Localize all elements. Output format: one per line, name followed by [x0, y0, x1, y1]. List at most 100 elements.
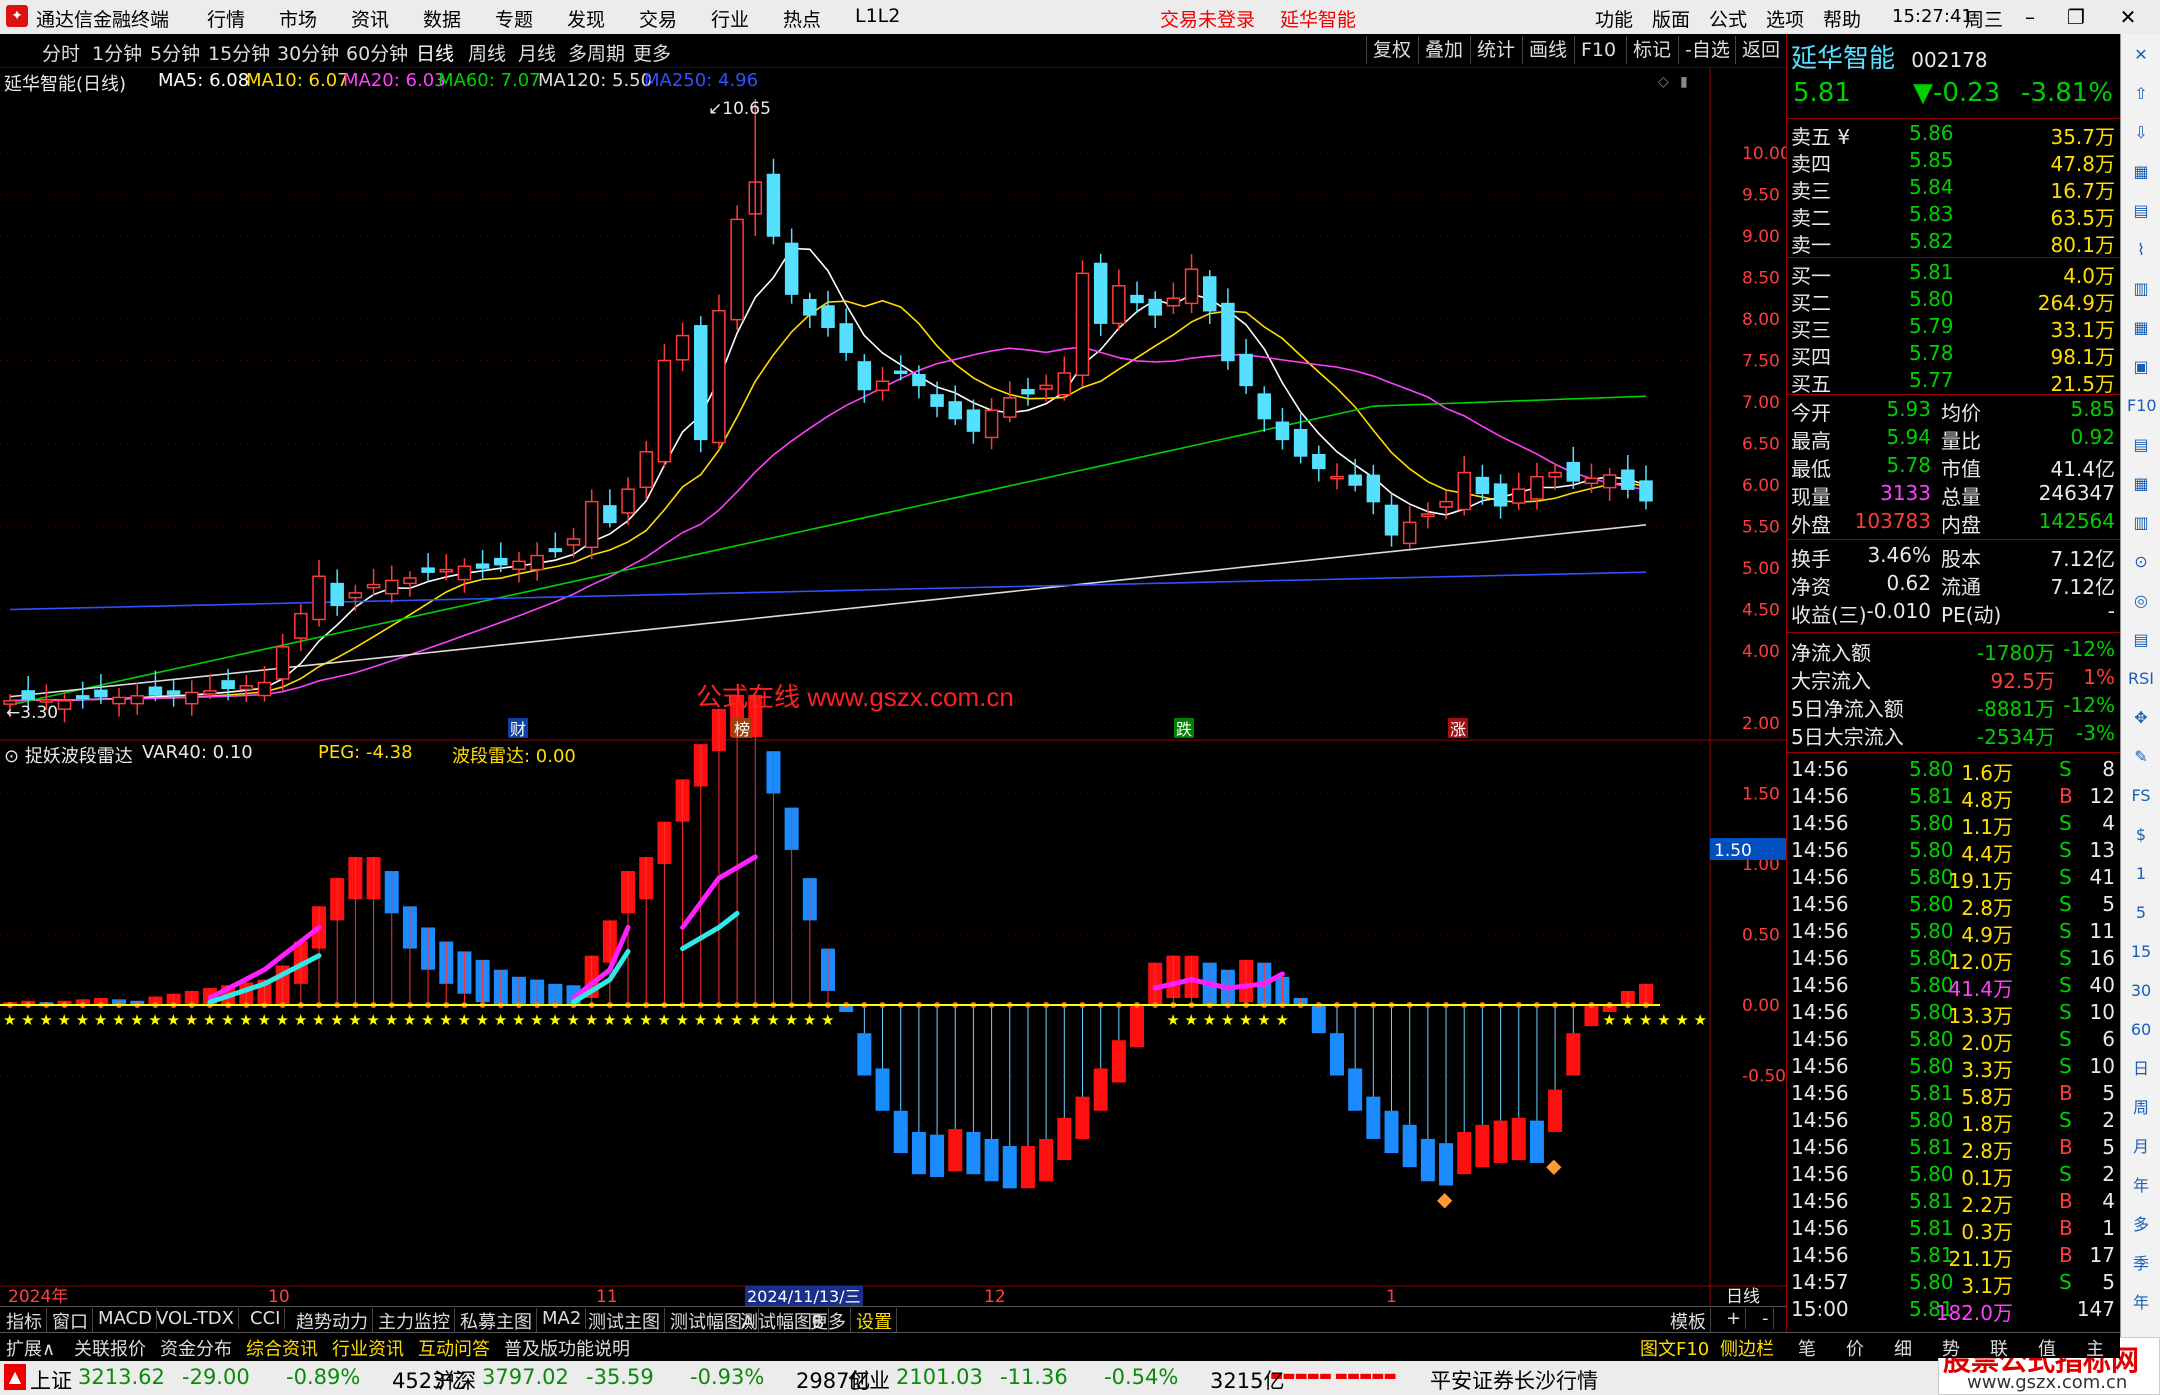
index-quote[interactable]: 3215亿 [1210, 1365, 1284, 1395]
index-quote[interactable]: -35.59 [586, 1365, 654, 1389]
period-tab[interactable]: 30分钟 [277, 39, 339, 66]
extension-tab[interactable]: 行业资讯 [328, 1335, 408, 1361]
panel-mini-tab[interactable]: 联 [1990, 1335, 2008, 1361]
menu-item[interactable]: 交易 [639, 5, 677, 32]
side-tool-icon[interactable]: ▣ [2127, 354, 2155, 380]
panel-mini-tab[interactable]: 细 [1894, 1335, 1912, 1361]
toolbar-button[interactable]: F10 [1574, 36, 1622, 64]
side-tool-icon[interactable]: ✥ [2127, 705, 2155, 731]
menu-item[interactable]: 版面 [1652, 5, 1690, 32]
index-quote[interactable]: -0.93% [690, 1365, 764, 1389]
menu-item[interactable]: 数据 [423, 5, 461, 32]
indicator-tab[interactable]: 设置 [852, 1308, 897, 1334]
indicator-tab[interactable]: VOL-TDX [152, 1308, 239, 1329]
period-tab-active[interactable]: 日线 [416, 39, 454, 66]
panel-mini-tab[interactable]: 势 [1942, 1335, 1960, 1361]
side-tool-icon[interactable]: $ [2127, 822, 2155, 848]
period-tab[interactable]: 5分钟 [150, 39, 200, 66]
toolbar-button[interactable]: 复权 [1366, 36, 1417, 64]
side-tool-icon[interactable]: 1 [2127, 861, 2155, 887]
indicator-tab[interactable]: CCI [246, 1308, 286, 1329]
panel-mini-tab[interactable]: 主 [2086, 1335, 2104, 1361]
event-tag[interactable]: 财 [510, 720, 526, 739]
period-tab[interactable]: 1分钟 [92, 39, 142, 66]
side-tool-icon[interactable]: ▤ [2127, 198, 2155, 224]
indicator-toggle-icon[interactable]: ⊙ [4, 746, 25, 767]
template-button[interactable]: 模板 [1666, 1308, 1711, 1334]
menu-item[interactable]: 行情 [207, 5, 245, 32]
side-tool-icon[interactable]: ◎ [2127, 588, 2155, 614]
menu-item[interactable]: L1L2 [855, 5, 900, 27]
toolbar-button[interactable]: 返回 [1735, 36, 1786, 64]
side-tool-icon[interactable]: 60 [2127, 1017, 2155, 1043]
side-tool-icon[interactable]: 15 [2127, 939, 2155, 965]
scroll-icon[interactable]: ▮ [1680, 74, 1688, 90]
period-tab[interactable]: 多周期 [568, 39, 625, 66]
indicator-tab[interactable]: MA2 [538, 1308, 587, 1329]
indicator-tab[interactable]: 主力监控 [374, 1308, 455, 1334]
period-tab[interactable]: 15分钟 [208, 39, 270, 66]
menu-item[interactable]: 公式 [1709, 5, 1747, 32]
menu-item[interactable]: 发现 [567, 5, 605, 32]
toolbar-button[interactable]: 画线 [1522, 36, 1573, 64]
extension-tab[interactable]: 扩展∧ [2, 1335, 59, 1361]
side-tool-icon[interactable]: ▦ [2127, 159, 2155, 185]
side-tool-icon[interactable]: ⊙ [2127, 549, 2155, 575]
side-tool-icon[interactable]: ▦ [2127, 471, 2155, 497]
more-dropdown[interactable]: 更多 [633, 39, 671, 66]
template-button[interactable]: - [1758, 1308, 1774, 1329]
restore-icon[interactable]: ❐ [2058, 3, 2094, 31]
index-quote[interactable]: 3213.62 [78, 1365, 165, 1389]
event-tag[interactable]: 榜 [734, 720, 750, 739]
side-tool-icon[interactable]: ▥ [2127, 510, 2155, 536]
indicator-tab[interactable]: 趋势动力 [292, 1308, 373, 1334]
menu-item[interactable]: 帮助 [1823, 5, 1861, 32]
menu-item[interactable]: 市场 [279, 5, 317, 32]
toolbar-button[interactable]: -自选 [1678, 36, 1736, 64]
side-tool-icon[interactable]: ✕ [2127, 42, 2155, 68]
menu-item[interactable]: 热点 [783, 5, 821, 32]
toolbar-button[interactable]: 统计 [1470, 36, 1521, 64]
side-tool-icon[interactable]: ▤ [2127, 432, 2155, 458]
indicator-tab[interactable]: 私募主图 [456, 1308, 537, 1334]
panel-mini-tab[interactable]: 笔 [1798, 1335, 1816, 1361]
index-quote[interactable]: -29.00 [182, 1365, 250, 1389]
event-tag[interactable]: 跌 [1176, 720, 1192, 739]
side-tool-icon[interactable]: ⇧ [2127, 81, 2155, 107]
event-tag[interactable]: 涨 [1450, 720, 1466, 739]
side-tool-icon[interactable]: ▥ [2127, 276, 2155, 302]
diamond-icon[interactable]: ◇ [1658, 74, 1669, 90]
side-tool-icon[interactable]: F10 [2127, 393, 2157, 419]
index-quote[interactable]: -0.89% [286, 1365, 360, 1389]
minimize-icon[interactable]: – [2012, 3, 2048, 31]
indicator-tab[interactable]: 测试主图 [584, 1308, 665, 1334]
panel-mini-tab[interactable]: 值 [2038, 1335, 2056, 1361]
period-tab[interactable]: 周线 [468, 39, 506, 66]
menu-item[interactable]: 行业 [711, 5, 749, 32]
side-tool-icon[interactable]: ⌇ [2127, 237, 2155, 263]
menu-item[interactable]: 功能 [1595, 5, 1633, 32]
toolbar-button[interactable]: 叠加 [1418, 36, 1469, 64]
market-icon[interactable]: ▲ [4, 1364, 26, 1390]
extension-tab[interactable]: 普及版功能说明 [500, 1335, 634, 1361]
trade-status[interactable]: 交易未登录 [1160, 5, 1255, 32]
toolbar-button[interactable]: 标记 [1626, 36, 1677, 64]
period-tab[interactable]: 分时 [42, 39, 80, 66]
index-quote[interactable]: 创业 [848, 1365, 890, 1395]
side-tool-icon[interactable]: 年 [2127, 1290, 2155, 1316]
menu-item[interactable]: 专题 [495, 5, 533, 32]
side-tool-icon[interactable]: 季 [2127, 1251, 2155, 1277]
panel-mini-tab[interactable]: 价 [1846, 1335, 1864, 1361]
indicator-tab[interactable]: 指标 [2, 1308, 47, 1334]
index-quote[interactable]: 3797.02 [482, 1365, 569, 1389]
side-tool-icon[interactable]: ▤ [2127, 627, 2155, 653]
extension-tab[interactable]: 互动问答 [414, 1335, 494, 1361]
side-tool-icon[interactable]: FS [2127, 783, 2155, 809]
side-tool-icon[interactable]: 5 [2127, 900, 2155, 926]
index-quote[interactable]: 2101.03 [896, 1365, 983, 1389]
menu-item[interactable]: 选项 [1766, 5, 1804, 32]
side-tool-icon[interactable]: 30 [2127, 978, 2155, 1004]
indicator-tab[interactable]: 窗口 [48, 1308, 93, 1334]
index-quote[interactable]: -11.36 [1000, 1365, 1068, 1389]
side-tool-icon[interactable]: ✎ [2127, 744, 2155, 770]
